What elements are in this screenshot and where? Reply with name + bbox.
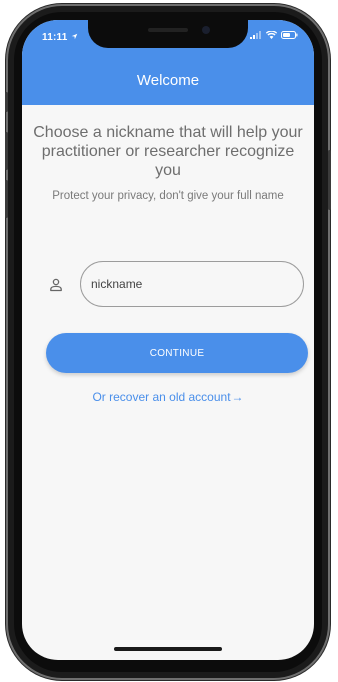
nickname-input[interactable] [80, 261, 304, 307]
location-arrow-icon [72, 33, 78, 40]
battery-icon [281, 31, 298, 39]
wifi-icon [266, 31, 277, 39]
volume-up-button [5, 132, 8, 170]
home-indicator[interactable] [114, 647, 222, 651]
app-bar: 11:11 Welcome [22, 20, 314, 105]
device-mockup: 11:11 Welcome Choose a nickname that wil… [0, 0, 338, 682]
mute-switch [5, 92, 8, 112]
status-icons [250, 31, 298, 39]
nickname-instructions: Choose a nickname that will help your pr… [33, 124, 303, 179]
page-title: Welcome [136, 72, 200, 89]
device-notch [88, 20, 248, 48]
signal-icon [250, 31, 261, 39]
continue-button[interactable]: CONTINUE [46, 333, 308, 373]
status-time: 11:11 [42, 32, 78, 43]
front-camera [202, 26, 210, 34]
recover-account-link[interactable]: Or recover an old account→ [22, 390, 314, 404]
privacy-hint: Protect your privacy, don't give your fu… [52, 190, 284, 202]
recover-account-label: Or recover an old account [92, 390, 231, 404]
person-icon [50, 278, 62, 292]
power-button [328, 150, 331, 210]
volume-down-button [5, 180, 8, 218]
speaker-grille [148, 28, 188, 32]
arrow-right-icon: → [231, 390, 244, 404]
app-screen: 11:11 Welcome Choose a nickname that wil… [22, 20, 314, 660]
